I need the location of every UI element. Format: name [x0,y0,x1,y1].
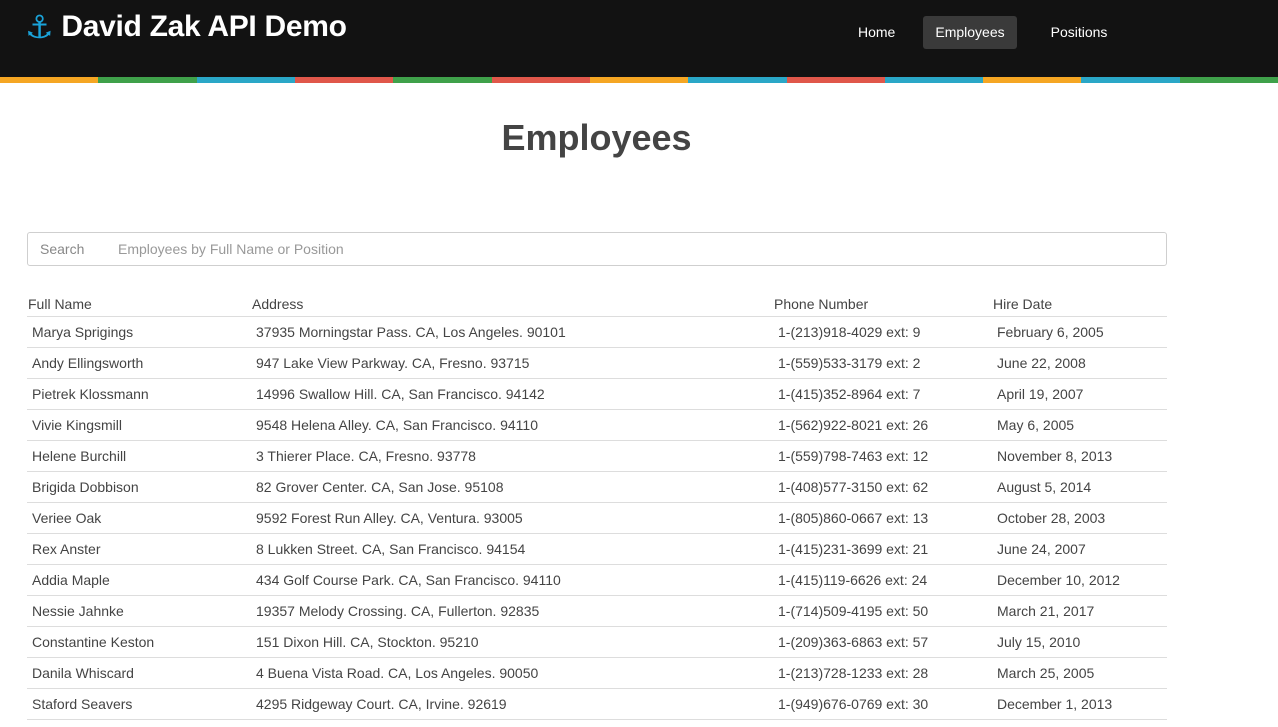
table-row[interactable]: Pietrek Klossmann 14996 Swallow Hill. CA,… [27,378,1167,410]
cell-full-name: Constantine Keston [27,626,251,658]
table-row[interactable]: Andy Ellingsworth 947 Lake View Parkway. … [27,347,1167,379]
table-row[interactable]: Marya Sprigings 37935 Morningstar Pass. C… [27,316,1167,348]
color-stripe-segment [688,77,787,83]
cell-phone-number: 1-(213)728-1233 ext: 28 [773,657,992,689]
cell-full-name: Andy Ellingsworth [27,347,251,379]
cell-hire-date: August 5, 2014 [992,471,1167,503]
nav-employees[interactable]: Employees [923,16,1017,49]
cell-phone-number: 1-(559)533-3179 ext: 2 [773,347,992,379]
cell-address: 9548 Helena Alley. CA, San Francisco. 94… [251,409,773,441]
page-title: Employees [501,117,692,158]
col-hire-date[interactable]: Hire Date [992,288,1167,317]
table-row[interactable]: Nessie Jahnke 19357 Melody Crossing. CA, … [27,595,1167,627]
cell-phone-number: 1-(559)798-7463 ext: 12 [773,440,992,472]
cell-address: 947 Lake View Parkway. CA, Fresno. 93715 [251,347,773,379]
cell-address: 151 Dixon Hill. CA, Stockton. 95210 [251,626,773,658]
main-nav: Home Employees Positions [842,16,1119,49]
cell-hire-date: December 10, 2012 [992,564,1167,596]
cell-hire-date: July 15, 2010 [992,626,1167,658]
cell-hire-date: November 8, 2013 [992,440,1167,472]
cell-address: 37935 Morningstar Pass. CA, Los Angeles.… [251,316,773,348]
nav-home[interactable]: Home [846,16,907,49]
table-row[interactable]: Staford Seavers 4295 Ridgeway Court. CA, … [27,688,1167,720]
cell-hire-date: February 6, 2005 [992,316,1167,348]
search-box: Search [27,232,1167,266]
cell-phone-number: 1-(562)922-8021 ext: 26 [773,409,992,441]
cell-address: 9592 Forest Run Alley. CA, Ventura. 9300… [251,502,773,534]
color-stripe [0,77,1278,83]
cell-address: 4 Buena Vista Road. CA, Los Angeles. 900… [251,657,773,689]
cell-phone-number: 1-(805)860-0667 ext: 13 [773,502,992,534]
cell-phone-number: 1-(949)676-0769 ext: 30 [773,688,992,720]
table-row[interactable]: Veriee Oak 9592 Forest Run Alley. CA, Ven… [27,502,1167,534]
color-stripe-segment [0,77,99,83]
cell-address: 3 Thierer Place. CA, Fresno. 93778 [251,440,773,472]
anchor-icon: ⚓ [25,9,54,45]
cell-phone-number: 1-(213)918-4029 ext: 9 [773,316,992,348]
color-stripe-segment [1081,77,1180,83]
table-row[interactable]: Addia Maple 434 Golf Course Park. CA, San… [27,564,1167,596]
color-stripe-segment [294,77,394,83]
table-row[interactable]: Danila Whiscard 4 Buena Vista Road. CA, L… [27,657,1167,689]
cell-phone-number: 1-(415)231-3699 ext: 21 [773,533,992,565]
top-navbar: ⚓ David Zak API Demo Home Employees Posi… [0,0,1278,77]
table-row[interactable]: Constantine Keston 151 Dixon Hill. CA, St… [27,626,1167,658]
cell-full-name: Brigida Dobbison [27,471,251,503]
cell-phone-number: 1-(209)363-6863 ext: 57 [773,626,992,658]
search-input[interactable] [116,240,1166,258]
cell-hire-date: June 24, 2007 [992,533,1167,565]
cell-full-name: Addia Maple [27,564,251,596]
table-row[interactable]: Helene Burchill 3 Thierer Place. CA, Fres… [27,440,1167,472]
color-stripe-segment [491,77,590,83]
cell-hire-date: December 1, 2013 [992,688,1167,720]
col-address[interactable]: Address [251,288,773,317]
color-stripe-segment [786,77,885,83]
color-stripe-segment [884,77,984,83]
cell-address: 4295 Ridgeway Court. CA, Irvine. 92619 [251,688,773,720]
cell-full-name: Staford Seavers [27,688,251,720]
cell-hire-date: June 22, 2008 [992,347,1167,379]
color-stripe-segment [196,77,295,83]
cell-full-name: Helene Burchill [27,440,251,472]
cell-full-name: Danila Whiscard [27,657,251,689]
color-stripe-segment [1179,77,1278,83]
cell-full-name: Vivie Kingsmill [27,409,251,441]
employees-table: Full Name Address Phone Number Hire Date… [27,288,1167,720]
color-stripe-segment [983,77,1082,83]
color-stripe-segment [98,77,197,83]
search-label: Search [40,241,85,257]
cell-phone-number: 1-(415)352-8964 ext: 7 [773,378,992,410]
cell-address: 82 Grover Center. CA, San Jose. 95108 [251,471,773,503]
col-full-name[interactable]: Full Name [27,288,251,317]
table-header-row: Full Name Address Phone Number Hire Date [27,288,1167,317]
cell-phone-number: 1-(408)577-3150 ext: 62 [773,471,992,503]
cell-full-name: Marya Sprigings [27,316,251,348]
cell-full-name: Rex Anster [27,533,251,565]
cell-phone-number: 1-(714)509-4195 ext: 50 [773,595,992,627]
brand-link[interactable]: ⚓ David Zak API Demo [25,10,347,44]
cell-phone-number: 1-(415)119-6626 ext: 24 [773,564,992,596]
color-stripe-segment [589,77,689,83]
brand-title: David Zak API Demo [61,10,347,43]
cell-hire-date: October 28, 2003 [992,502,1167,534]
table-row[interactable]: Rex Anster 8 Lukken Street. CA, San Franc… [27,533,1167,565]
cell-hire-date: April 19, 2007 [992,378,1167,410]
cell-hire-date: March 25, 2005 [992,657,1167,689]
cell-full-name: Veriee Oak [27,502,251,534]
table-row[interactable]: Vivie Kingsmill 9548 Helena Alley. CA, Sa… [27,409,1167,441]
cell-address: 19357 Melody Crossing. CA, Fullerton. 92… [251,595,773,627]
color-stripe-segment [393,77,492,83]
cell-hire-date: May 6, 2005 [992,409,1167,441]
cell-address: 8 Lukken Street. CA, San Francisco. 9415… [251,533,773,565]
col-phone-number[interactable]: Phone Number [773,288,992,317]
cell-address: 14996 Swallow Hill. CA, San Francisco. 9… [251,378,773,410]
nav-positions[interactable]: Positions [1039,16,1120,49]
table-row[interactable]: Brigida Dobbison 82 Grover Center. CA, Sa… [27,471,1167,503]
cell-address: 434 Golf Course Park. CA, San Francisco.… [251,564,773,596]
cell-full-name: Nessie Jahnke [27,595,251,627]
cell-hire-date: March 21, 2017 [992,595,1167,627]
cell-full-name: Pietrek Klossmann [27,378,251,410]
